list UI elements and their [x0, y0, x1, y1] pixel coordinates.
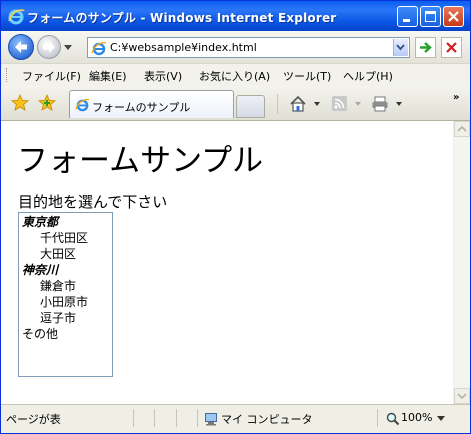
status-divider	[197, 409, 198, 427]
status-bar: ページが表 マイ コンピュータ 100%	[1, 404, 470, 433]
scroll-down-button[interactable]	[454, 388, 470, 404]
stop-button[interactable]	[441, 37, 462, 58]
title-bar[interactable]: フォームのサンプル - Windows Internet Explorer	[1, 1, 470, 31]
chevron-up-icon	[457, 125, 467, 132]
browser-window: フォームのサンプル - Windows Internet Explorer C:…	[0, 0, 471, 434]
menu-bar: ファイル(F) 編集(E) 表示(V) お気に入り(A) ツール(T) ヘルプ(…	[1, 63, 470, 87]
page-content: フォームサンプル 目的地を選んで下さい 東京都 千代田区 大田区 神奈川 鎌倉市…	[1, 121, 453, 404]
vertical-scrollbar[interactable]	[453, 121, 470, 404]
favorites-star-icon[interactable]	[11, 94, 29, 112]
page-icon	[91, 42, 107, 56]
destination-listbox[interactable]: 東京都 千代田区 大田区 神奈川 鎌倉市 小田原市 逗子市 その他	[18, 212, 113, 377]
back-button[interactable]	[8, 34, 34, 60]
zoom-dropdown-arrow[interactable]	[437, 416, 445, 422]
address-bar	[87, 37, 410, 58]
optgroup-kanagawa: 神奈川	[22, 263, 59, 277]
tab-bar: フォームのサンプル »	[1, 86, 470, 121]
menu-tools[interactable]: ツール(T)	[283, 68, 331, 84]
tab-active[interactable]: フォームのサンプル	[69, 90, 234, 118]
print-icon[interactable]	[371, 95, 389, 113]
new-tab-button[interactable]	[236, 95, 265, 118]
recent-pages-dropdown[interactable]	[64, 45, 72, 51]
menu-file[interactable]: ファイル(F)	[22, 68, 81, 84]
toolbar-separator	[277, 94, 278, 114]
optgroup-tokyo: 東京都	[22, 215, 59, 229]
home-dropdown-arrow[interactable]	[314, 102, 320, 106]
minimize-button[interactable]	[397, 6, 418, 27]
menu-favorites[interactable]: お気に入り(A)	[199, 68, 270, 84]
menu-edit[interactable]: 編集(E)	[89, 68, 127, 84]
address-dropdown-button[interactable]	[393, 39, 408, 56]
chevron-down-icon	[457, 393, 467, 400]
stop-x-icon	[446, 42, 457, 53]
menu-help[interactable]: ヘルプ(H)	[343, 68, 393, 84]
feeds-dropdown-arrow[interactable]	[355, 102, 361, 106]
option-kamakura[interactable]: 鎌倉市	[40, 278, 76, 294]
status-divider	[377, 409, 378, 427]
page-heading: フォームサンプル	[17, 143, 264, 179]
security-zone-label: マイ コンピュータ	[221, 413, 313, 426]
zoom-level[interactable]: 100%	[401, 411, 432, 424]
arrow-right-icon	[43, 41, 55, 53]
status-divider	[133, 409, 134, 427]
go-button[interactable]	[415, 37, 436, 58]
computer-zone-icon	[205, 413, 217, 426]
window-title: フォームのサンプル - Windows Internet Explorer	[27, 11, 337, 25]
ie-logo-icon	[8, 9, 25, 25]
status-divider	[154, 409, 155, 427]
add-favorites-icon[interactable]	[38, 94, 56, 112]
ie-page-icon	[75, 98, 90, 112]
option-ota[interactable]: 大田区	[40, 246, 76, 262]
close-window-button[interactable]	[443, 6, 464, 27]
forward-button[interactable]	[37, 35, 61, 59]
go-arrow-icon	[420, 42, 432, 53]
arrow-left-icon	[15, 41, 27, 53]
status-text: ページが表	[6, 413, 61, 426]
option-other[interactable]: その他	[22, 326, 58, 342]
home-icon[interactable]	[289, 95, 307, 113]
print-dropdown-arrow[interactable]	[396, 102, 402, 106]
status-divider	[176, 409, 177, 427]
menu-grip	[6, 68, 10, 82]
tab-label: フォームのサンプル	[92, 101, 191, 114]
chevron-down-icon	[396, 44, 405, 51]
option-zushi[interactable]: 逗子市	[40, 310, 76, 326]
zoom-magnifier-icon[interactable]	[386, 412, 400, 426]
feeds-icon[interactable]	[331, 95, 348, 112]
option-chiyoda[interactable]: 千代田区	[40, 230, 88, 246]
more-tools-chevron[interactable]: »	[453, 92, 459, 103]
maximize-button[interactable]	[420, 6, 441, 27]
menu-view[interactable]: 表示(V)	[144, 68, 182, 84]
scroll-up-button[interactable]	[454, 121, 470, 137]
option-odawara[interactable]: 小田原市	[40, 294, 88, 310]
address-input[interactable]	[110, 40, 390, 55]
destination-prompt: 目的地を選んで下さい	[18, 193, 168, 211]
navigation-bar	[1, 31, 470, 63]
